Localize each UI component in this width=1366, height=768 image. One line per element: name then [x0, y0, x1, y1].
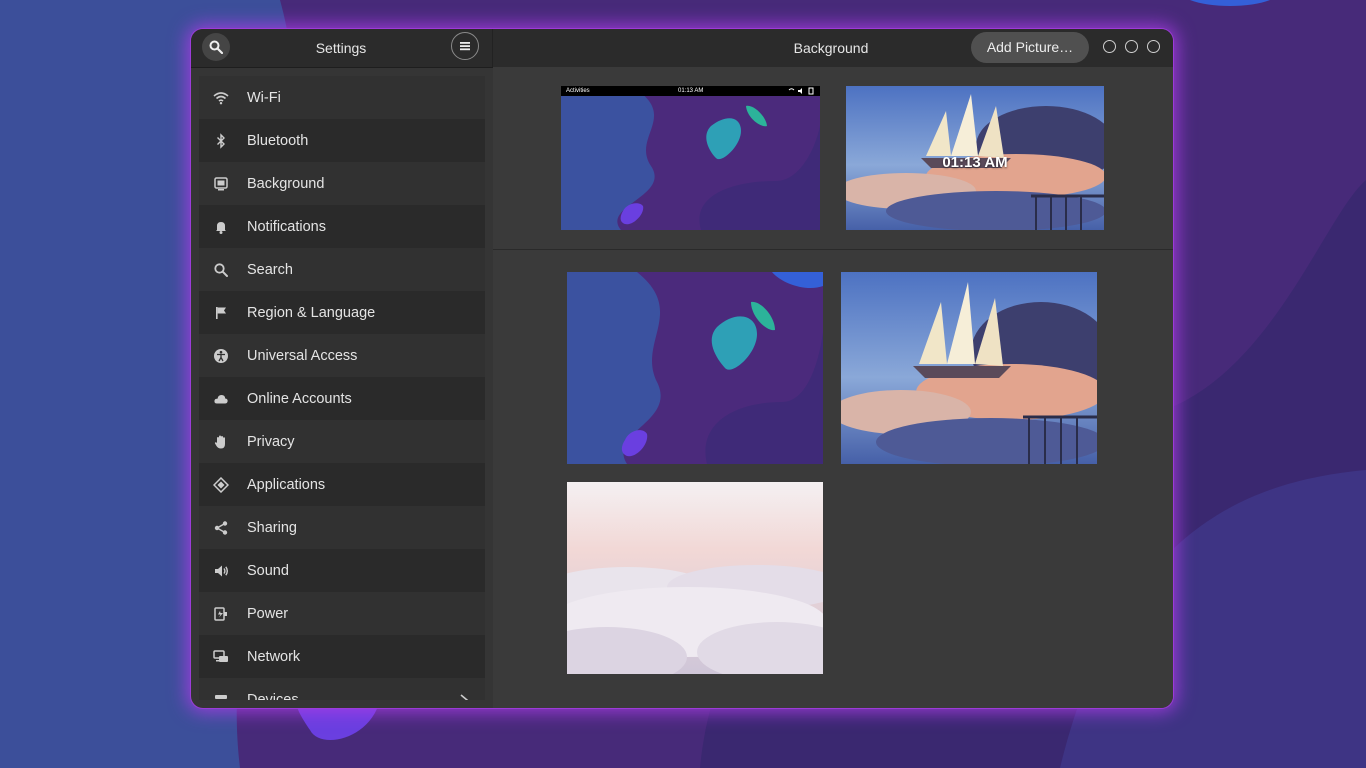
sidebar-item-online-accounts[interactable]: Online Accounts — [199, 377, 485, 420]
hamburger-menu-icon — [460, 42, 470, 51]
sidebar-item-label: Wi-Fi — [247, 89, 281, 106]
preview-status-icons — [788, 87, 814, 99]
sidebar-item-devices[interactable]: Devices — [199, 678, 485, 700]
sidebar-item-label: Devices — [247, 691, 299, 701]
sidebar-item-label: Privacy — [247, 433, 295, 450]
sidebar-item-wifi[interactable]: Wi-Fi — [199, 76, 485, 119]
bluetooth-icon — [213, 132, 229, 149]
lock-screen-clock: 01:13 AM — [942, 154, 1008, 171]
sidebar-item-label: Sharing — [247, 519, 297, 536]
share-icon — [213, 520, 229, 536]
background-icon — [213, 176, 229, 192]
search-icon — [209, 40, 223, 54]
page-title: Background — [793, 40, 869, 56]
sidebar-item-label: Sound — [247, 562, 289, 579]
accessibility-icon — [213, 348, 229, 364]
header-separator — [492, 29, 493, 67]
sidebar-item-power[interactable]: Power — [199, 592, 485, 635]
sidebar-item-background[interactable]: Background — [199, 162, 485, 205]
sidebar-item-label: Region & Language — [247, 304, 376, 321]
sidebar-item-sharing[interactable]: Sharing — [199, 506, 485, 549]
search-button[interactable] — [202, 33, 230, 61]
bell-icon — [213, 219, 229, 235]
sidebar-item-search[interactable]: Search — [199, 248, 485, 291]
sidebar-item-label: Search — [247, 261, 293, 278]
header-bar: Settings Background Add Picture… — [191, 29, 1173, 68]
power-icon — [213, 606, 229, 622]
minimize-button[interactable] — [1103, 40, 1116, 53]
sidebar-item-label: Applications — [247, 476, 326, 493]
wallpaper-item[interactable] — [567, 272, 823, 464]
network-icon — [213, 649, 229, 665]
preview-clock: 01:13 AM — [678, 88, 704, 94]
sidebar: Wi-Fi Bluetooth Background Notifications… — [199, 76, 485, 700]
search-icon — [213, 262, 229, 278]
desktop-background-preview[interactable]: Activities 01:13 AM — [561, 86, 820, 230]
sidebar-item-label: Online Accounts — [247, 390, 352, 407]
lock-screen-preview[interactable]: 01:13 AM — [846, 86, 1104, 230]
preview-topbar: Activities 01:13 AM — [561, 86, 820, 96]
sidebar-title: Settings — [315, 40, 367, 56]
cloud-icon — [213, 391, 229, 407]
primary-menu-button[interactable] — [451, 32, 479, 60]
sidebar-item-label: Bluetooth — [247, 132, 309, 149]
sidebar-item-bluetooth[interactable]: Bluetooth — [199, 119, 485, 162]
sidebar-item-label: Notifications — [247, 218, 326, 235]
preview-divider — [493, 249, 1173, 250]
wallpaper-item[interactable] — [567, 482, 823, 674]
sidebar-item-region-language[interactable]: Region & Language — [199, 291, 485, 334]
add-picture-button[interactable]: Add Picture… — [971, 32, 1089, 63]
sidebar-item-universal-access[interactable]: Universal Access — [199, 334, 485, 377]
applications-icon — [213, 476, 229, 493]
preview-activities-label: Activities — [566, 88, 590, 94]
speaker-icon — [213, 563, 229, 579]
sidebar-item-privacy[interactable]: Privacy — [199, 420, 485, 463]
wifi-icon — [213, 90, 229, 106]
sidebar-item-applications[interactable]: Applications — [199, 463, 485, 506]
sidebar-item-label: Background — [247, 175, 325, 192]
settings-window: Settings Background Add Picture… Wi-Fi B… — [191, 29, 1173, 708]
flag-icon — [213, 305, 229, 321]
sidebar-item-label: Network — [247, 648, 301, 665]
devices-icon — [213, 692, 229, 701]
chevron-right-icon — [459, 693, 469, 700]
sidebar-item-sound[interactable]: Sound — [199, 549, 485, 592]
hand-icon — [213, 434, 229, 450]
sidebar-item-label: Power — [247, 605, 289, 622]
sidebar-item-network[interactable]: Network — [199, 635, 485, 678]
sidebar-item-notifications[interactable]: Notifications — [199, 205, 485, 248]
wallpaper-item[interactable] — [841, 272, 1097, 464]
close-button[interactable] — [1147, 40, 1160, 53]
maximize-button[interactable] — [1125, 40, 1138, 53]
sidebar-item-label: Universal Access — [247, 347, 358, 364]
